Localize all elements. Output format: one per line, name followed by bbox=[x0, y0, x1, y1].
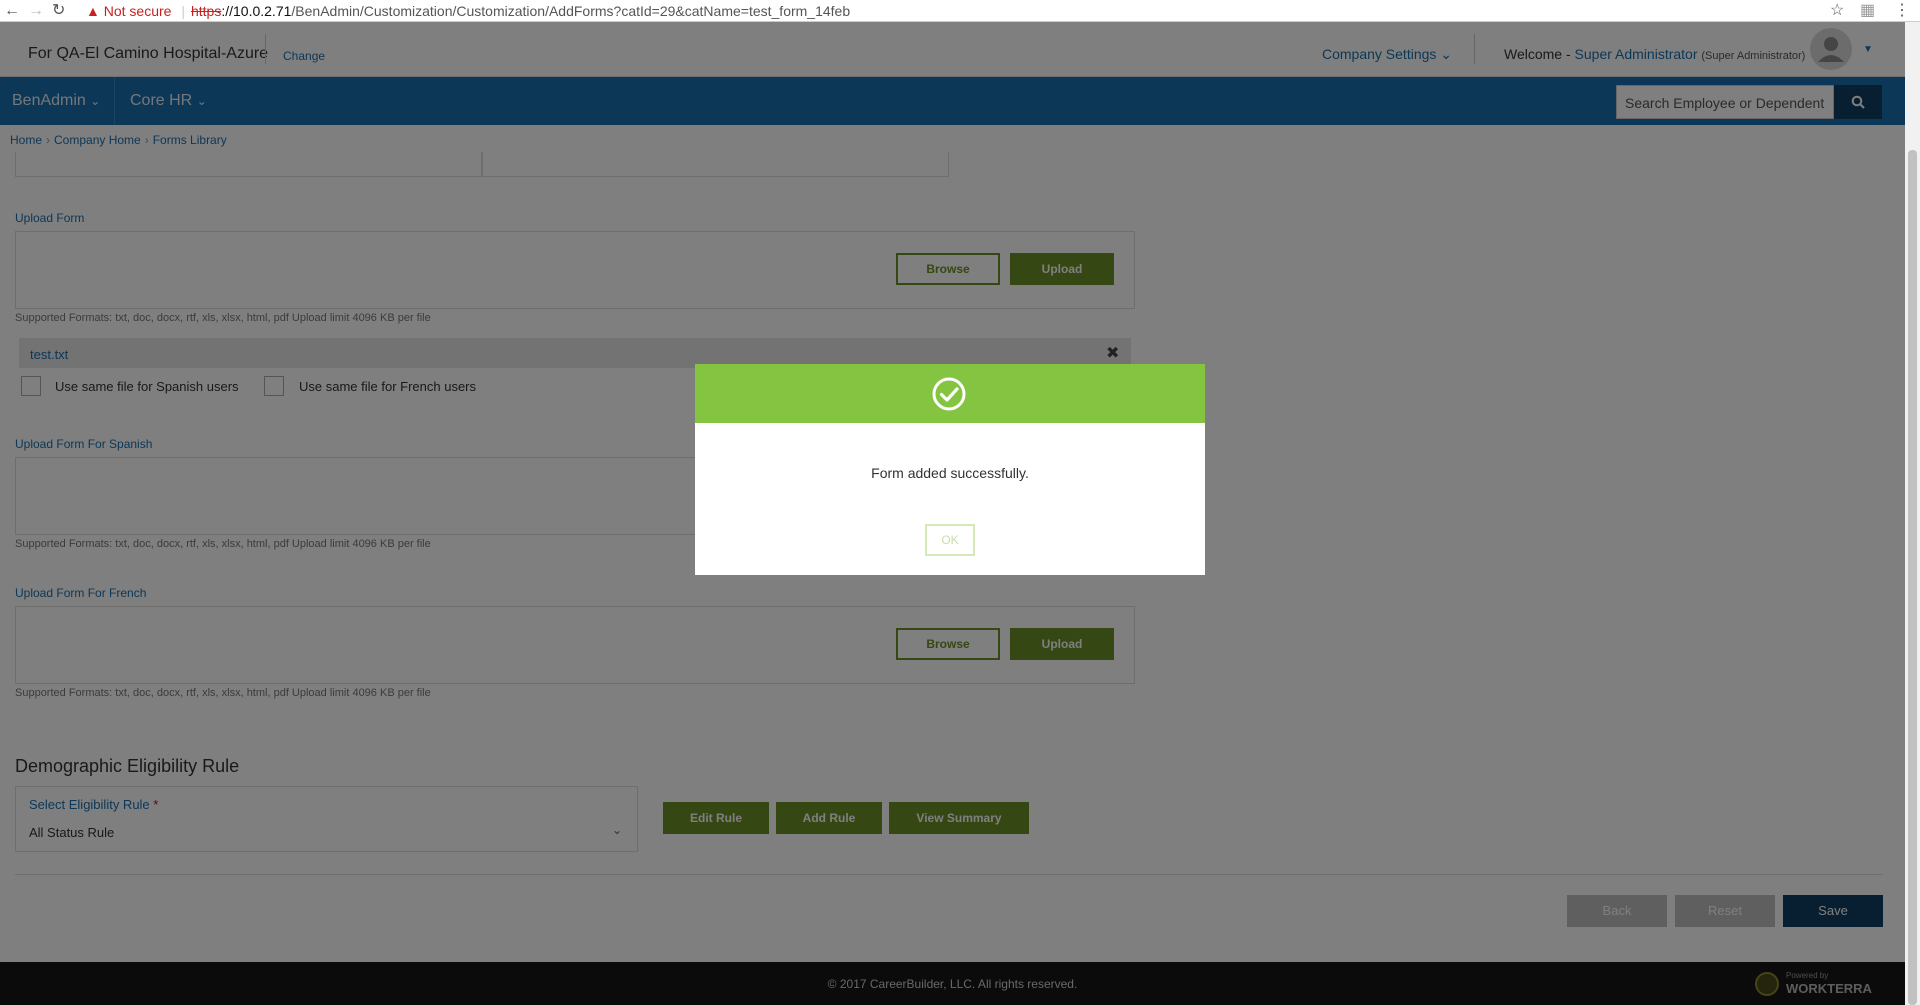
success-dialog: Form added successfully. OK bbox=[695, 364, 1205, 575]
forward-arrow-icon[interactable]: → bbox=[28, 1, 44, 21]
browser-menu-icon[interactable]: ⋮ bbox=[1894, 1, 1910, 21]
extension-icon[interactable]: ▦ bbox=[1860, 1, 1875, 21]
scrollbar-thumb[interactable] bbox=[1908, 150, 1917, 1005]
warning-icon: ▲ bbox=[86, 3, 100, 19]
reload-icon[interactable]: ↻ bbox=[52, 1, 65, 21]
success-message: Form added successfully. bbox=[871, 465, 1029, 481]
url-scheme: https bbox=[190, 3, 222, 19]
address-bar[interactable]: ▲ Not secure | https://10.0.2.71/BenAdmin… bbox=[86, 1, 1838, 21]
ok-button[interactable]: OK bbox=[925, 524, 975, 556]
back-arrow-icon[interactable]: ← bbox=[4, 1, 20, 21]
url-host: ://10.0.2.71 bbox=[221, 3, 292, 19]
url-path: /BenAdmin/Customization/Customization/Ad… bbox=[291, 3, 851, 19]
check-circle-icon bbox=[932, 377, 966, 411]
bookmark-star-icon[interactable]: ☆ bbox=[1830, 1, 1844, 21]
success-dialog-header bbox=[695, 364, 1205, 423]
url-divider: | bbox=[181, 3, 185, 19]
browser-toolbar: ← → ↻ ▲ Not secure | https://10.0.2.71/Be… bbox=[0, 0, 1920, 22]
not-secure-label: Not secure bbox=[103, 3, 172, 19]
